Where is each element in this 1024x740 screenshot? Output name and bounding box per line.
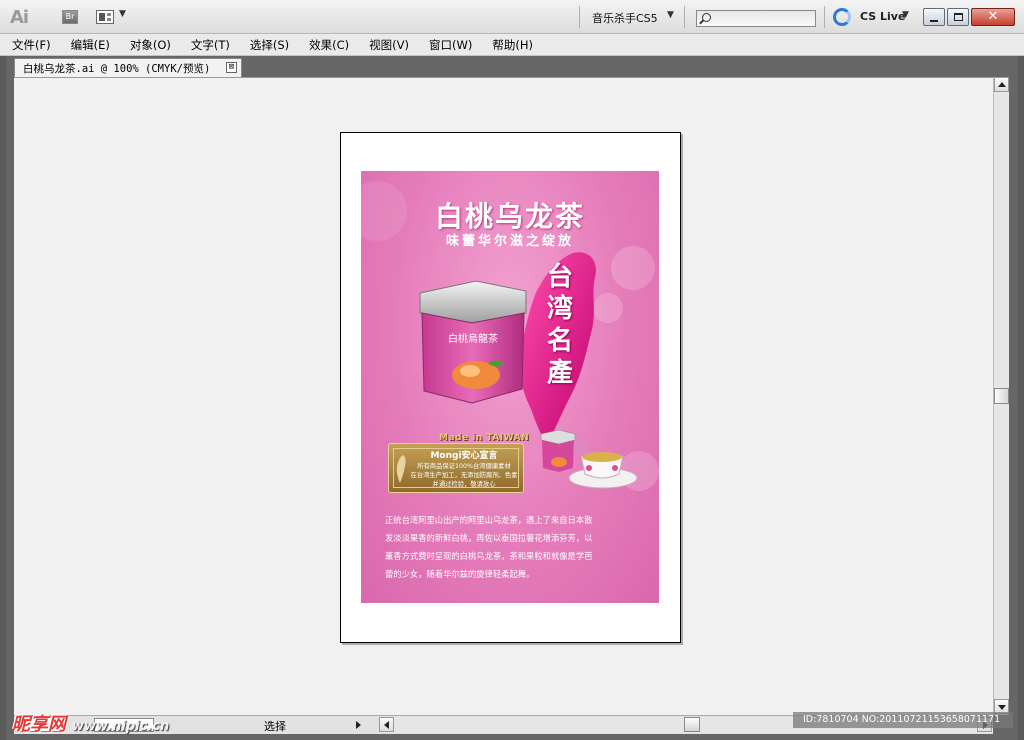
arrow-right-icon [356, 721, 361, 729]
chevron-down-icon[interactable]: ▼ [902, 10, 909, 20]
image-id-watermark: ID:7810704 NO:20110721153658071171 [793, 712, 1013, 728]
minimize-button[interactable] [923, 8, 945, 26]
bridge-button[interactable]: Br [62, 10, 78, 24]
close-button[interactable]: ✕ [971, 8, 1015, 26]
window-controls: ✕ [923, 8, 1017, 26]
badge-line: 在台湾生产加工，无添加防腐剂、色素 [410, 472, 518, 479]
mongi-badge: Mongi安心宣言 所有商品保证100%台湾健康素材 在台湾生产加工，无添加防腐… [388, 443, 524, 493]
horizontal-scroll-thumb[interactable] [684, 717, 700, 732]
tea-cup-image [568, 440, 638, 489]
chevron-down-icon[interactable]: ▼ [667, 10, 674, 20]
arrow-down-icon [998, 705, 1006, 710]
tea-can-image: 白桃烏龍茶 [419, 280, 527, 404]
divider [824, 6, 825, 28]
site-watermark: 昵享网 www.nipic.cn [12, 714, 170, 735]
menu-bar: 文件(F) 编辑(E) 对象(O) 文字(T) 选择(S) 效果(C) 视图(V… [0, 34, 1024, 56]
menu-file[interactable]: 文件(F) [12, 37, 51, 53]
document-tab-title: 白桃乌龙茶.ai @ 100% (CMYK/预览) [23, 63, 211, 75]
made-in-label: Made in TAIWAN [439, 433, 530, 443]
document-tab[interactable]: 白桃乌龙茶.ai @ 100% (CMYK/预览) ⊠ [14, 58, 242, 77]
menu-type[interactable]: 文字(T) [191, 37, 230, 53]
close-icon: ✕ [987, 9, 999, 24]
illustrator-logo: Ai [10, 7, 29, 28]
vertical-scroll-thumb[interactable] [994, 388, 1009, 404]
menu-view[interactable]: 视图(V) [369, 37, 409, 53]
badge-line: 所有商品保证100%台湾健康素材 [417, 463, 511, 470]
search-icon [702, 13, 711, 22]
minimize-icon [930, 20, 938, 22]
svg-text:白桃烏龍茶: 白桃烏龍茶 [448, 332, 498, 345]
menu-window[interactable]: 窗口(W) [429, 37, 472, 53]
menu-help[interactable]: 帮助(H) [492, 37, 533, 53]
arrow-left-icon [384, 721, 389, 729]
taiwan-famous-text: 台 湾 名 產 [546, 262, 573, 388]
poster-body-text: 正统台湾阿里山出产的阿里山乌龙茶，遇上了来自日本散 发淡淡果香的新鲜白桃，再佐以… [385, 515, 593, 579]
divider [579, 6, 580, 28]
poster-subtitle: 味蕾华尔滋之绽放 [445, 234, 574, 249]
scroll-up-button[interactable] [994, 77, 1009, 92]
cs-live-icon[interactable] [833, 8, 851, 26]
poster-artwork[interactable]: 白桃乌龙茶 味蕾华尔滋之绽放 台 湾 名 產 白桃烏龍茶 Made in TAI… [361, 171, 659, 603]
menu-select[interactable]: 选择(S) [250, 37, 289, 53]
tab-close-icon[interactable]: ⊠ [226, 62, 237, 73]
flower-decoration [611, 246, 655, 290]
menu-effect[interactable]: 效果(C) [309, 37, 349, 53]
workspace-switcher[interactable]: 音乐杀手CS5 [592, 10, 658, 26]
menu-edit[interactable]: 编辑(E) [71, 37, 110, 53]
divider [684, 6, 685, 28]
badge-line: 并通过检验，敬请放心 [432, 481, 496, 488]
status-tool-label[interactable]: 选择 [264, 718, 286, 734]
chevron-down-icon[interactable]: ▼ [119, 9, 126, 19]
badge-title: Mongi安心宣言 [430, 451, 498, 461]
search-input[interactable] [696, 10, 816, 27]
arrow-up-icon [998, 82, 1006, 87]
vertical-scrollbar[interactable] [993, 77, 1009, 715]
cs-live-button[interactable]: CS Live [860, 10, 905, 23]
taiwan-outline-icon [396, 455, 406, 483]
arrange-documents-icon[interactable] [96, 10, 114, 24]
poster-title: 白桃乌龙茶 [434, 200, 585, 233]
maximize-button[interactable] [947, 8, 969, 26]
maximize-icon [954, 13, 963, 21]
site-url: www.nipic.cn [72, 719, 170, 734]
application-bar: Ai Br ▼ 音乐杀手CS5 ▼ CS Live ▼ ✕ [0, 0, 1024, 34]
status-menu-button[interactable] [351, 718, 363, 732]
menu-object[interactable]: 对象(O) [130, 37, 171, 53]
scroll-left-button[interactable] [379, 717, 394, 732]
